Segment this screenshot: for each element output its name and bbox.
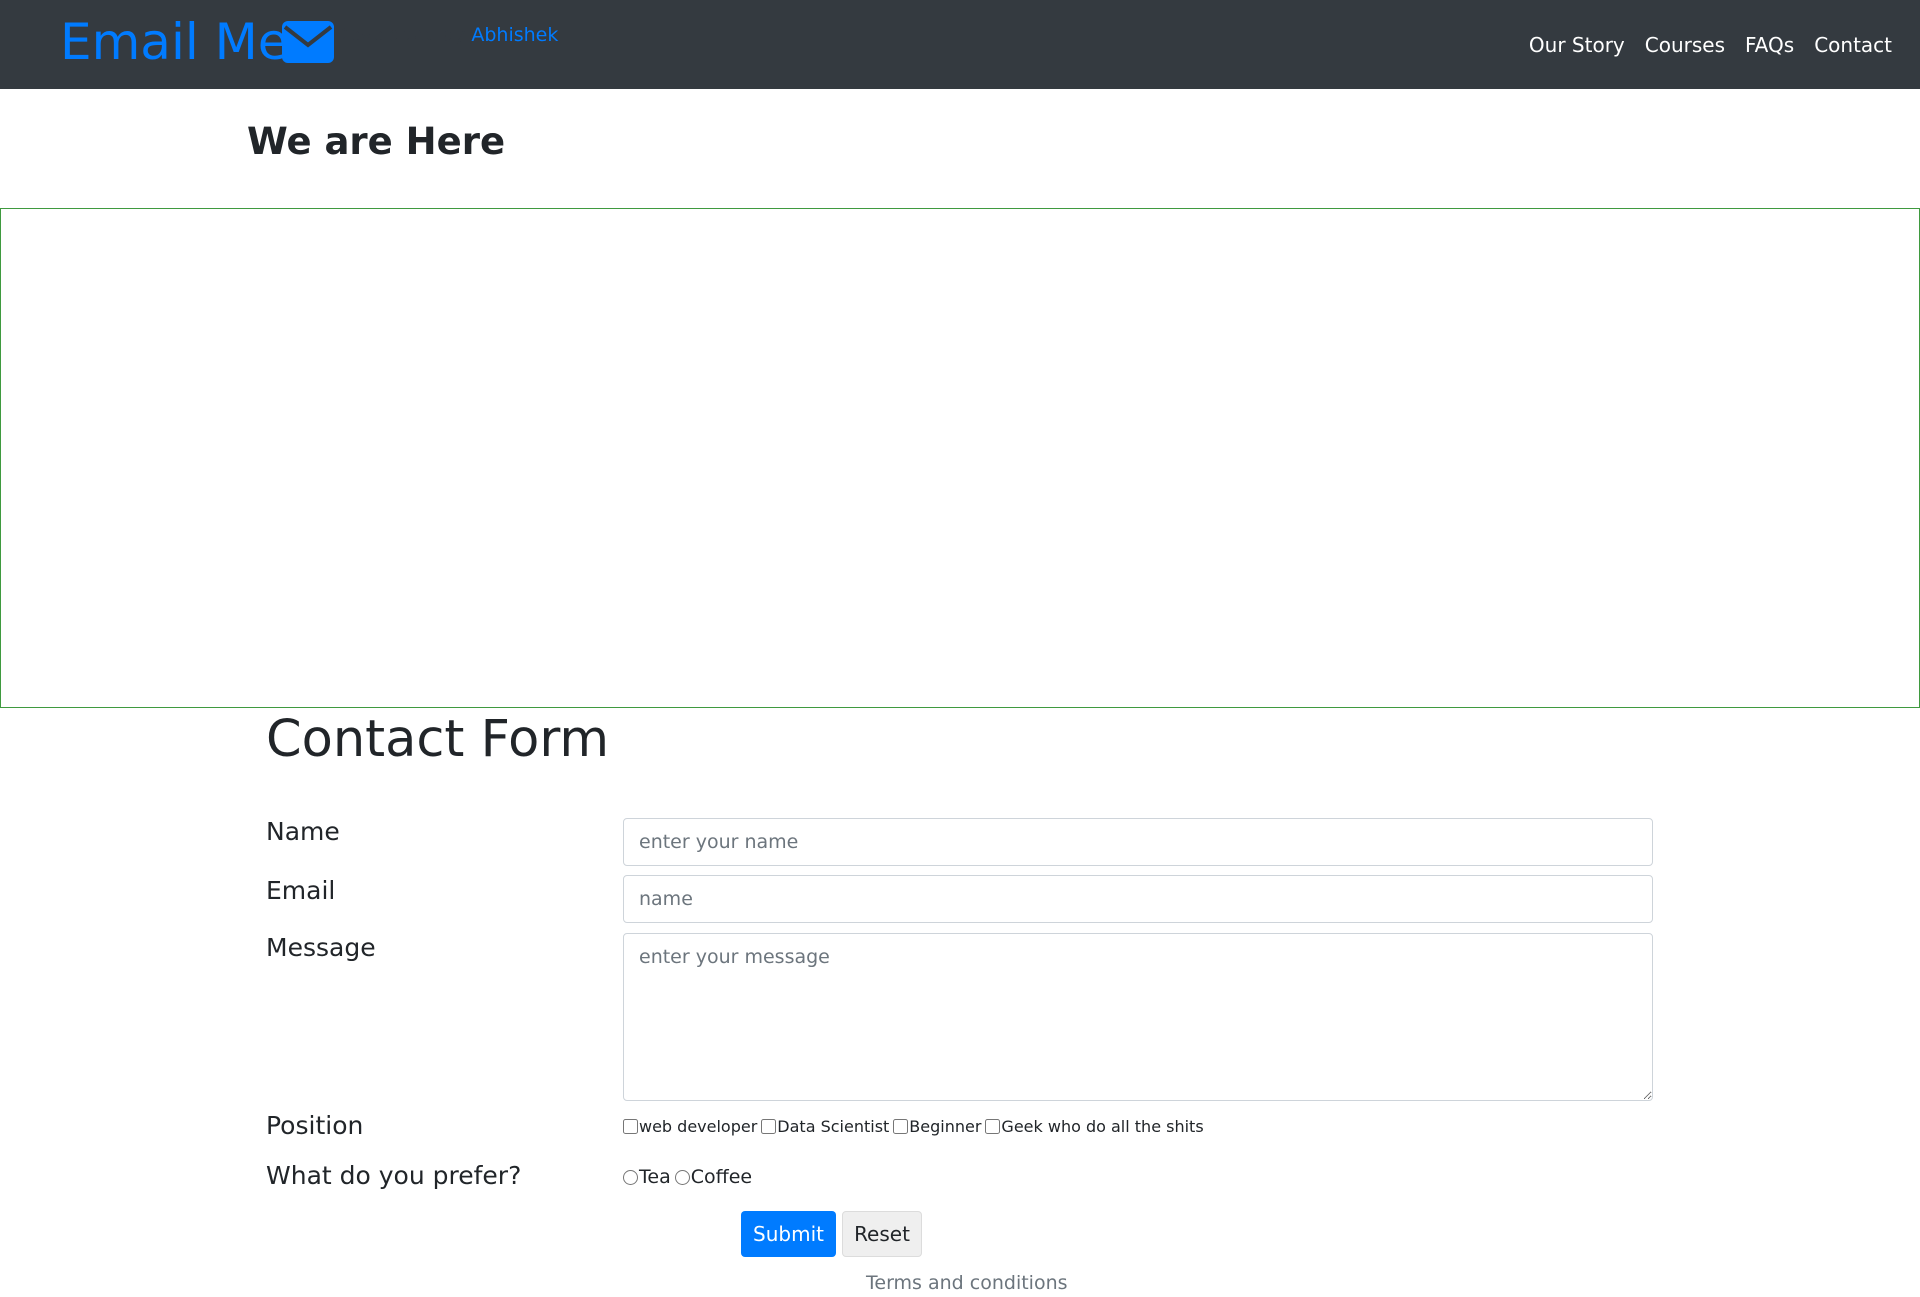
- position-label: Position: [266, 1111, 364, 1140]
- nav-our-story[interactable]: Our Story: [1529, 33, 1625, 57]
- geek-checkbox[interactable]: [985, 1119, 1001, 1134]
- prefer-option-coffee[interactable]: Coffee: [674, 1166, 752, 1188]
- developed-by-text: Developed by Abhishek: [334, 24, 558, 46]
- position-option-web-developer[interactable]: web developer: [623, 1117, 757, 1136]
- tea-radio[interactable]: [623, 1169, 638, 1185]
- nav-courses[interactable]: Courses: [1645, 33, 1725, 57]
- message-textarea[interactable]: [623, 933, 1653, 1101]
- map-frame[interactable]: [0, 208, 1920, 708]
- email-input[interactable]: [623, 875, 1653, 923]
- coffee-radio[interactable]: [674, 1169, 690, 1185]
- name-input[interactable]: [623, 818, 1653, 866]
- contact-form-title: Contact Form: [266, 710, 610, 769]
- reset-button[interactable]: Reset: [842, 1211, 922, 1257]
- position-option-beginner[interactable]: Beginner: [893, 1117, 981, 1136]
- data-scientist-checkbox[interactable]: [761, 1119, 777, 1134]
- beginner-checkbox[interactable]: [893, 1119, 909, 1134]
- brand-title[interactable]: Email Me: [60, 12, 289, 72]
- location-title: We are Here: [247, 120, 506, 163]
- terms-link[interactable]: Terms and conditions: [866, 1272, 1068, 1294]
- message-label: Message: [266, 933, 376, 962]
- prefer-label: What do you prefer?: [266, 1161, 522, 1190]
- position-option-data-scientist[interactable]: Data Scientist: [761, 1117, 889, 1136]
- nav-links: Our Story Courses FAQs Contact: [1529, 33, 1892, 57]
- envelope-icon: [282, 21, 334, 63]
- name-label: Name: [266, 817, 340, 846]
- position-option-geek[interactable]: Geek who do all the shits: [985, 1117, 1204, 1136]
- developed-by-label: Developed by: [334, 24, 466, 46]
- submit-button[interactable]: Submit: [741, 1211, 836, 1257]
- nav-contact[interactable]: Contact: [1814, 33, 1892, 57]
- position-options: web developer Data Scientist Beginner Ge…: [623, 1117, 1208, 1136]
- developer-link[interactable]: Abhishek: [471, 24, 558, 46]
- email-label: Email: [266, 876, 336, 905]
- preference-options: Tea Coffee: [623, 1166, 756, 1188]
- nav-faqs[interactable]: FAQs: [1745, 33, 1794, 57]
- prefer-option-tea[interactable]: Tea: [623, 1166, 671, 1188]
- web-developer-checkbox[interactable]: [623, 1119, 638, 1134]
- top-navbar: Email Me Developed by Abhishek Our Story…: [0, 0, 1920, 89]
